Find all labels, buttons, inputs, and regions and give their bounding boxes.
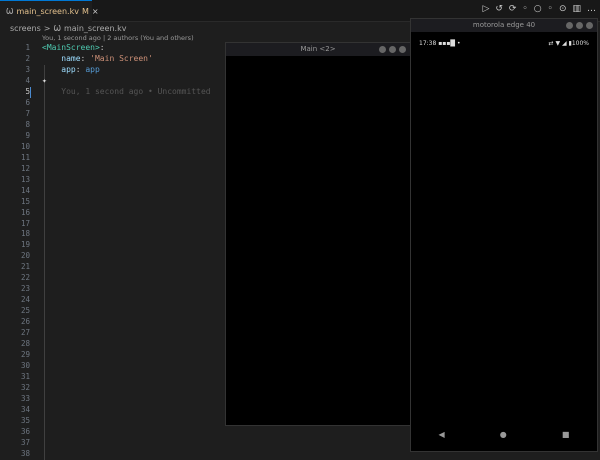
emulator-window[interactable]: motorola edge 40 17:38 ▪▪▪█ • ⇄ ▼ ◢ ▮100… (410, 18, 598, 452)
code-line-5: You, 1 second ago • Uncommitted (42, 86, 211, 98)
close-icon[interactable]: × (92, 7, 99, 16)
breadcrumb-separator: > (43, 23, 51, 33)
code-line-4: ✦ (42, 76, 211, 87)
line-number: 11 (20, 152, 30, 162)
line-number: 12 (20, 163, 30, 173)
line-number: 9 (25, 130, 30, 140)
kivy-file-icon: Ѡ (53, 23, 61, 33)
line-number: 10 (20, 141, 30, 151)
line-number: 37 (20, 437, 30, 447)
code-editor[interactable]: <MainScreen>: name: 'Main Screen' app: a… (42, 43, 211, 98)
line-number: 22 (20, 273, 30, 283)
line-number: 29 (20, 350, 30, 360)
back-icon[interactable]: ◀ (439, 430, 445, 439)
line-number: 25 (20, 306, 30, 316)
line-number: 13 (20, 174, 30, 184)
home-icon[interactable]: ● (500, 430, 507, 439)
code-line-2: name: 'Main Screen' (61, 53, 153, 63)
line-number: 7 (25, 108, 30, 118)
breadcrumb: screens > Ѡ main_screen.kv (10, 22, 126, 34)
line-number: 15 (20, 196, 30, 206)
maximize-button[interactable] (389, 46, 396, 53)
tab-main-screen-kv[interactable]: Ѡ main_screen.kv M × (0, 0, 99, 22)
line-number: 36 (20, 426, 30, 436)
line-number: 33 (20, 394, 30, 403)
line-number: 20 (20, 251, 30, 261)
recents-icon[interactable]: ■ (562, 430, 570, 439)
breadcrumb-file[interactable]: main_screen.kv (64, 24, 127, 33)
window-titlebar[interactable]: motorola edge 40 (411, 19, 597, 32)
notification-icons: ▪▪▪█ • (438, 40, 461, 47)
history-icon[interactable]: ↺ (495, 4, 503, 14)
line-number: 30 (20, 361, 30, 371)
line-number: 1 (25, 43, 30, 52)
current-line-indicator (30, 87, 31, 98)
commit-icon[interactable]: ○ (534, 4, 542, 14)
maximize-button[interactable] (576, 22, 583, 29)
minimize-button[interactable] (566, 22, 573, 29)
line-number: 35 (20, 415, 30, 425)
code-line-1: <MainScreen>: (42, 43, 105, 52)
breadcrumb-folder[interactable]: screens (10, 24, 41, 33)
code-line-3: app: app (61, 64, 100, 74)
line-number: 24 (20, 295, 30, 305)
go-forward-icon[interactable]: ◦ (548, 4, 553, 14)
line-number: 34 (20, 404, 30, 414)
kivy-file-icon: Ѡ (6, 7, 14, 16)
modified-badge: M (81, 7, 89, 16)
line-number: 31 (20, 372, 30, 382)
run-icon[interactable]: ▷ (482, 4, 489, 14)
editor-actions: ▷ ↺ ⟳ ◦ ○ ◦ ⊙ ▥ … (482, 4, 596, 14)
git-blame-codelens[interactable]: You, 1 second ago | 2 authors (You and o… (42, 34, 194, 42)
line-number: 6 (25, 97, 30, 107)
window-title: Main <2> (300, 45, 336, 53)
line-number: 4 (25, 75, 30, 85)
minimize-button[interactable] (379, 46, 386, 53)
line-number: 18 (20, 229, 30, 239)
kivy-window-main[interactable]: Main <2> (225, 42, 411, 426)
close-button[interactable] (586, 22, 593, 29)
inline-blame: You, 1 second ago • Uncommitted (61, 86, 211, 96)
line-number: 14 (20, 185, 30, 195)
line-number: 38 (20, 448, 30, 458)
window-titlebar[interactable]: Main <2> (226, 43, 410, 56)
line-number: 2 (25, 53, 30, 63)
line-number: 23 (20, 284, 30, 294)
line-number: 5 (25, 86, 30, 96)
signal-icons: ⇄ ▼ ◢ (548, 40, 569, 47)
line-number: 16 (20, 207, 30, 217)
sparkle-icon[interactable]: ✦ (42, 76, 47, 85)
clock: 17:38 (419, 40, 437, 47)
close-button[interactable] (399, 46, 406, 53)
line-number: 21 (20, 262, 30, 272)
timeline-icon[interactable]: ⊙ (559, 4, 567, 14)
line-numbers: 1 2 3 4 5 6 7 8 9 10 11 12 13 14 15 16 17 18 19 20 21 22 23 24 2… (0, 43, 30, 460)
tab-label: main_screen.kv (16, 7, 79, 16)
go-back-icon[interactable]: ◦ (522, 4, 527, 14)
more-actions-icon[interactable]: … (587, 4, 596, 14)
split-editor-icon[interactable]: ▥ (572, 4, 581, 14)
line-number: 17 (20, 218, 30, 228)
line-number: 19 (20, 240, 30, 250)
phone-status-bar: 17:38 ▪▪▪█ • ⇄ ▼ ◢ ▮100% (411, 32, 597, 55)
line-number: 26 (20, 317, 30, 327)
indent-guide (44, 65, 45, 460)
line-number: 28 (20, 339, 30, 349)
line-number: 32 (20, 383, 30, 393)
line-number: 3 (25, 64, 30, 74)
phone-nav-bar: ◀ ● ■ (411, 430, 597, 439)
line-number: 8 (25, 119, 30, 129)
sync-icon[interactable]: ⟳ (509, 4, 517, 14)
window-title: motorola edge 40 (472, 21, 536, 29)
line-number: 27 (20, 328, 30, 338)
battery-status: ▮100% (568, 40, 589, 47)
